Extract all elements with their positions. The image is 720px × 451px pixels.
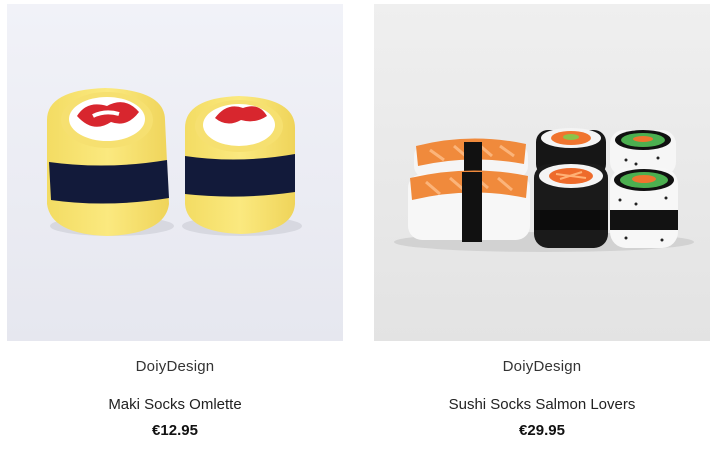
- product-image[interactable]: [7, 4, 343, 341]
- maki-omelette-socks-photo: [7, 4, 343, 341]
- product-brand[interactable]: DoiyDesign: [374, 358, 710, 375]
- product-card-maki-omlette[interactable]: DoiyDesign Maki Socks Omlette €12.95: [7, 4, 343, 439]
- product-title[interactable]: Maki Socks Omlette: [7, 396, 343, 413]
- product-price: €12.95: [152, 422, 198, 439]
- product-price: €29.95: [519, 422, 565, 439]
- product-title[interactable]: Sushi Socks Salmon Lovers: [374, 396, 710, 413]
- product-card-sushi-salmon-lovers[interactable]: DoiyDesign Sushi Socks Salmon Lovers €29…: [374, 4, 710, 439]
- sushi-salmon-socks-photo: [374, 4, 710, 341]
- product-image[interactable]: [374, 4, 710, 341]
- product-brand[interactable]: DoiyDesign: [7, 358, 343, 375]
